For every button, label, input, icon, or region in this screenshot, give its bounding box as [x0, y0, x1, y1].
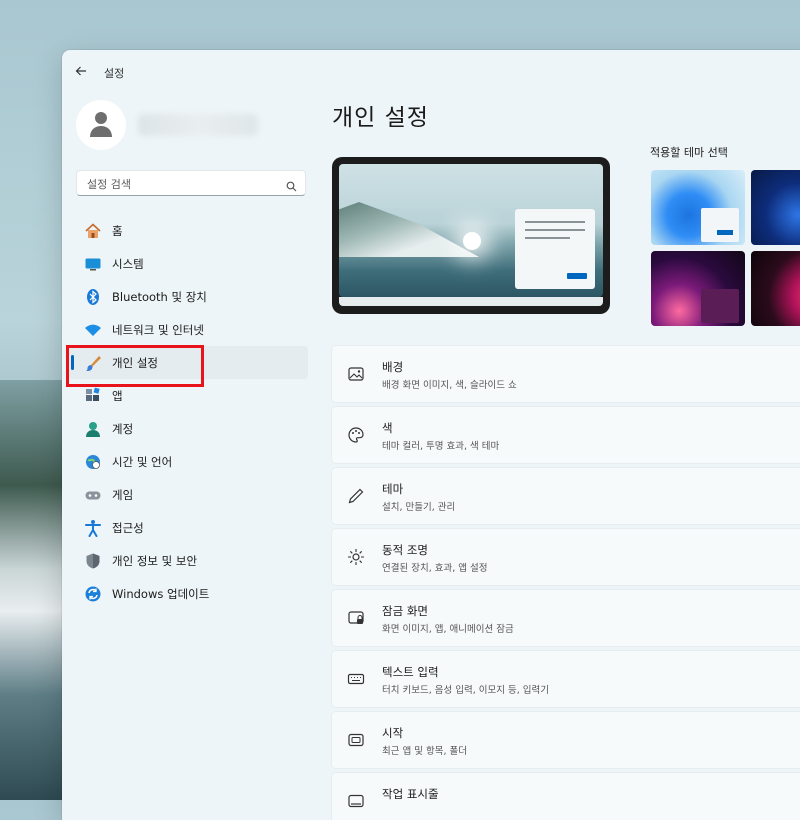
sidebar-item-accessibility[interactable]: 접근성 [68, 511, 308, 544]
settings-row-background[interactable]: 배경 배경 화면 이미지, 색, 슬라이드 쇼 [332, 346, 800, 402]
sidebar-item-label: 계정 [112, 422, 134, 436]
settings-list: 배경 배경 화면 이미지, 색, 슬라이드 쇼 색 테마 컬러, 투명 효과, … [332, 346, 800, 820]
sidebar-item-privacy[interactable]: 개인 정보 및 보안 [68, 544, 308, 577]
sidebar-item-windows-update[interactable]: Windows 업데이트 [68, 577, 308, 610]
row-subtitle: 설치, 만들기, 관리 [382, 502, 456, 513]
row-title: 동적 조명 [382, 543, 428, 557]
preview-dialog-button [567, 273, 587, 279]
home-icon [84, 222, 102, 240]
monitor-icon [84, 255, 102, 273]
row-title: 텍스트 입력 [382, 665, 439, 679]
theme-mini-dialog [701, 289, 739, 323]
settings-row-taskbar[interactable]: 작업 표시줄 [332, 773, 800, 820]
preview-wallpaper [339, 164, 603, 297]
sidebar-item-gaming[interactable]: 게임 [68, 478, 308, 511]
desktop-wallpaper [0, 380, 64, 800]
theme-picker-label: 적용할 테마 선택 [650, 146, 728, 159]
preview-sun [463, 232, 481, 250]
avatar [76, 100, 126, 150]
page-title: 개인 설정 [332, 105, 429, 131]
theme-option-light-bloom[interactable] [651, 170, 745, 245]
sidebar-item-label: 시스템 [112, 257, 144, 271]
lock-screen-icon [347, 609, 365, 627]
preview-dialog-line [525, 237, 570, 239]
search-icon[interactable] [286, 177, 297, 196]
sidebar-item-label: Windows 업데이트 [112, 587, 210, 601]
user-profile[interactable] [76, 100, 306, 150]
taskbar-icon [347, 792, 365, 810]
globe-clock-icon [84, 453, 102, 471]
settings-row-start[interactable]: 시작 최근 앱 및 항목, 폴더 [332, 712, 800, 768]
pen-icon [347, 487, 365, 505]
settings-row-dynamic-lighting[interactable]: 동적 조명 연결된 장치, 효과, 앱 설정 [332, 529, 800, 585]
sidebar-nav: 홈 시스템 Bluetooth 및 장치 네트워크 및 인터넷 개인 설정 앱 … [68, 214, 308, 610]
settings-row-text-input[interactable]: 텍스트 입력 터치 키보드, 음성 입력, 이모지 등, 입력기 [332, 651, 800, 707]
row-subtitle: 화면 이미지, 앱, 애니메이션 잠금 [382, 624, 514, 635]
sidebar-item-label: 앱 [112, 389, 123, 403]
sidebar-item-label: 게임 [112, 488, 134, 502]
update-icon [84, 585, 102, 603]
wifi-icon [84, 321, 102, 339]
row-subtitle: 테마 컬러, 투명 효과, 색 테마 [382, 441, 500, 452]
sidebar-item-bluetooth[interactable]: Bluetooth 및 장치 [68, 280, 308, 313]
theme-mini-dialog [701, 208, 739, 242]
sidebar-item-label: 홈 [112, 224, 123, 238]
bluetooth-icon [84, 288, 102, 306]
preview-dialog [515, 209, 595, 289]
sidebar-item-time-language[interactable]: 시간 및 언어 [68, 445, 308, 478]
account-icon [84, 420, 102, 438]
theme-option-dark-bloom[interactable] [751, 170, 800, 245]
highlight-annotation-box [66, 345, 204, 387]
keyboard-icon [347, 670, 365, 688]
row-subtitle: 최근 앱 및 항목, 폴더 [382, 746, 468, 757]
window-title: 설정 [104, 67, 125, 80]
preview-taskbar [339, 297, 603, 306]
start-icon [347, 731, 365, 749]
settings-row-colors[interactable]: 색 테마 컬러, 투명 효과, 색 테마 [332, 407, 800, 463]
apps-icon [84, 387, 102, 405]
preview-dialog-line [525, 221, 585, 223]
sun-icon [347, 548, 365, 566]
accessibility-icon [84, 519, 102, 537]
sidebar-item-system[interactable]: 시스템 [68, 247, 308, 280]
row-subtitle: 연결된 장치, 효과, 앱 설정 [382, 563, 488, 574]
settings-row-lock-screen[interactable]: 잠금 화면 화면 이미지, 앱, 애니메이션 잠금 [332, 590, 800, 646]
row-subtitle: 터치 키보드, 음성 입력, 이모지 등, 입력기 [382, 685, 550, 696]
user-name-blurred [138, 114, 258, 136]
row-title: 잠금 화면 [382, 604, 428, 618]
settings-search[interactable] [76, 170, 306, 196]
settings-row-themes[interactable]: 테마 설치, 만들기, 관리 [332, 468, 800, 524]
theme-option-glow[interactable] [651, 251, 745, 326]
shield-icon [84, 552, 102, 570]
settings-window: 설정 홈 시스템 [62, 50, 800, 820]
gamepad-icon [84, 486, 102, 504]
row-title: 테마 [382, 482, 404, 496]
sidebar-item-label: 접근성 [112, 521, 144, 535]
row-title: 시작 [382, 726, 404, 740]
sidebar-item-label: 시간 및 언어 [112, 455, 173, 469]
person-icon [90, 112, 112, 137]
sidebar-item-home[interactable]: 홈 [68, 214, 308, 247]
sidebar-item-label: Bluetooth 및 장치 [112, 290, 207, 304]
sidebar-item-accounts[interactable]: 계정 [68, 412, 308, 445]
image-icon [347, 365, 365, 383]
title-bar: 설정 [62, 50, 800, 94]
search-input[interactable] [85, 174, 279, 194]
preview-dialog-line [525, 229, 585, 231]
preview-hill [339, 202, 479, 257]
palette-icon [347, 426, 365, 444]
sidebar-item-network[interactable]: 네트워크 및 인터넷 [68, 313, 308, 346]
row-subtitle: 배경 화면 이미지, 색, 슬라이드 쇼 [382, 380, 517, 391]
row-title: 색 [382, 421, 393, 435]
sidebar-item-label: 개인 정보 및 보안 [112, 554, 198, 568]
theme-preview [332, 157, 610, 314]
sidebar-item-label: 네트워크 및 인터넷 [112, 323, 204, 337]
row-title: 배경 [382, 360, 404, 374]
back-arrow-icon[interactable] [74, 64, 90, 80]
theme-option-captured-motion[interactable] [751, 251, 800, 326]
